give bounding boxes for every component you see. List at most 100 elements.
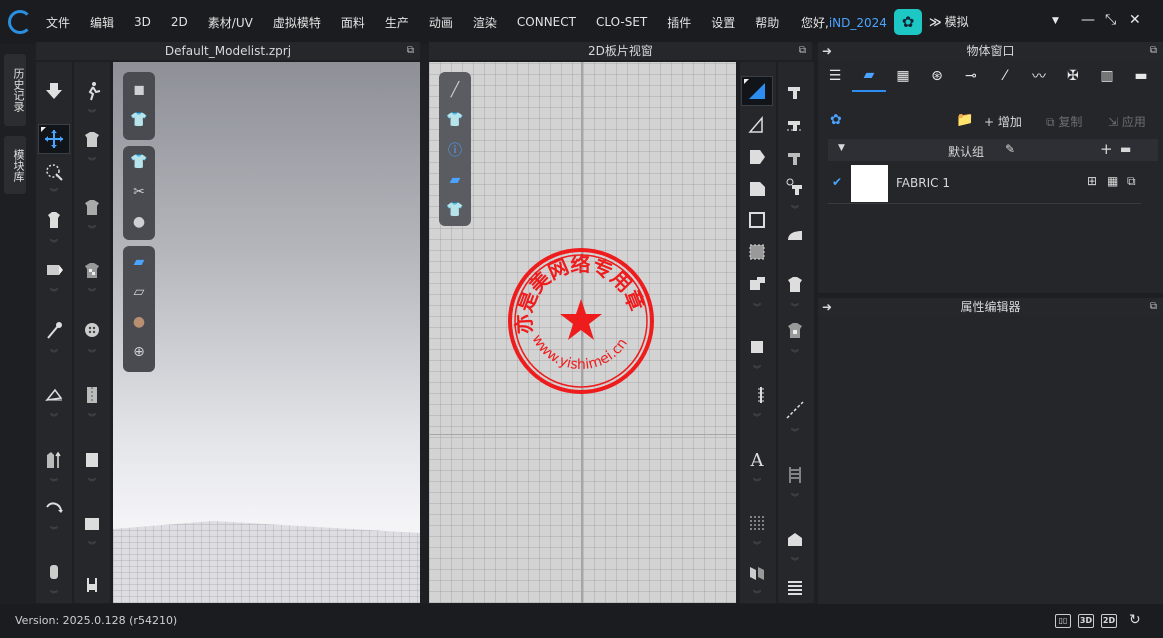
menu-fabric[interactable]: 面料	[341, 14, 365, 31]
select-patterns-icon[interactable]: ▦	[1107, 174, 1118, 188]
chevron-down-icon[interactable]: ︾	[779, 427, 811, 438]
menu-animation[interactable]: 动画	[429, 14, 453, 31]
view-2d-button[interactable]: 2D	[1101, 614, 1117, 628]
tab-puckering[interactable]: 〰	[1022, 60, 1056, 92]
tab-fabric[interactable]: ▰	[852, 60, 886, 92]
chevron-down-icon[interactable]: ︾	[779, 302, 811, 313]
texture-tool[interactable]	[76, 255, 108, 285]
tab-list[interactable]: ☰	[818, 60, 852, 92]
zipper-tool[interactable]	[76, 380, 108, 410]
menu-file[interactable]: 文件	[46, 14, 70, 31]
steam-tool[interactable]	[76, 124, 108, 154]
menu-clo-set[interactable]: CLO-SET	[596, 15, 647, 29]
chevron-down-icon[interactable]: ︾	[38, 348, 70, 359]
text-tool[interactable]: A	[741, 445, 773, 475]
add-button[interactable]: + 增加	[984, 113, 1022, 130]
trace-tool[interactable]	[741, 237, 773, 267]
clo-network-icon[interactable]: ✿	[894, 9, 922, 35]
chevron-down-icon[interactable]: ︾	[76, 540, 108, 551]
chevron-down-icon[interactable]: ︾	[741, 412, 773, 423]
avatar-tool[interactable]	[38, 557, 70, 587]
pencil-icon[interactable]: ╱	[445, 80, 465, 100]
trim-tool[interactable]	[76, 509, 108, 539]
expand-arrow-icon[interactable]: ➜	[822, 42, 832, 60]
folder-icon[interactable]: ▬	[1120, 142, 1131, 156]
skin-icon[interactable]: ●	[129, 312, 149, 332]
measure-tool[interactable]	[38, 380, 70, 410]
edit-pencil-icon[interactable]: ✎	[1005, 142, 1015, 156]
view-3d-button[interactable]: 3D	[1078, 614, 1094, 628]
elastic-tool[interactable]	[779, 460, 811, 490]
duplicate-icon[interactable]: ⧉	[1127, 174, 1136, 189]
cube-icon[interactable]: ◼	[129, 80, 149, 100]
chevron-down-icon[interactable]: ︾	[76, 224, 108, 235]
popout-icon[interactable]: ⧉	[1150, 298, 1157, 316]
tape-tool[interactable]	[76, 445, 108, 475]
globe-icon[interactable]: ⊕	[129, 342, 149, 362]
chevron-down-icon[interactable]: ︾	[76, 348, 108, 359]
stitch-display-icon[interactable]: ✂	[129, 182, 149, 202]
chevron-down-icon[interactable]: ︾	[779, 348, 811, 359]
expand-arrow-icon[interactable]: ➜	[822, 298, 832, 316]
dart-tool[interactable]	[741, 269, 773, 299]
menu-2d[interactable]: 2D	[171, 15, 188, 29]
chevron-down-icon[interactable]: ︾	[76, 156, 108, 167]
chevron-down-icon[interactable]: ︾	[741, 540, 773, 551]
fabric-pattern-icon[interactable]: ▰	[445, 170, 465, 190]
topstitch-tool[interactable]	[779, 395, 811, 425]
menu-settings[interactable]: 设置	[711, 14, 735, 31]
tab-buttonhole[interactable]: ⊸	[954, 60, 988, 92]
render-icon[interactable]: ▱	[129, 282, 149, 302]
tab-topstitch[interactable]: ⁄	[988, 60, 1022, 92]
refresh-icon[interactable]: ↻	[1129, 612, 1141, 628]
simulation-mode-dropdown[interactable]: ≫ 模拟	[929, 13, 969, 30]
tab-zipper[interactable]: ▥	[1090, 60, 1124, 92]
chevron-down-icon[interactable]: ︾	[76, 477, 108, 488]
transform-pattern-tool[interactable]	[741, 76, 773, 106]
add-to-pattern-icon[interactable]: ⊞	[1087, 174, 1097, 188]
copy-button[interactable]: ⧉ 复制	[1046, 113, 1082, 130]
fold-2d-tool[interactable]	[779, 524, 811, 554]
shirt-icon[interactable]: 👕	[445, 110, 465, 130]
popout-icon[interactable]: ⧉	[799, 42, 806, 60]
plus-icon[interactable]: +	[1100, 140, 1113, 158]
check-sewing-tool[interactable]	[779, 172, 811, 202]
blue-fabric-icon[interactable]: ▰	[129, 252, 149, 272]
viewport-3d[interactable]: ◼ 👕 👕 ✂ ● ▰ ▱ ● ⊕	[113, 62, 420, 603]
garment-display-icon[interactable]: 👕	[129, 152, 149, 172]
grading-tool[interactable]	[741, 380, 773, 410]
rotate-tool[interactable]	[38, 494, 70, 524]
simulation-tool[interactable]	[38, 76, 70, 106]
fold-tool[interactable]	[38, 255, 70, 285]
group-row[interactable]: ▼ 默认组 ✎ + ▬	[828, 139, 1158, 161]
menu-connect[interactable]: CONNECT	[517, 15, 576, 29]
chevron-down-icon[interactable]: ︾	[779, 556, 811, 567]
chevron-down-icon[interactable]: ︾	[779, 492, 811, 503]
username[interactable]: iND_2024	[829, 16, 887, 30]
avatar-display-icon[interactable]: ●	[129, 212, 149, 232]
flatten-tool[interactable]	[741, 557, 773, 587]
select-move-tool[interactable]	[38, 124, 70, 154]
menu-avatar[interactable]: 虚拟模特	[273, 14, 321, 31]
internal-polygon-tool[interactable]	[741, 205, 773, 235]
clo-network-icon[interactable]: ✿	[830, 112, 842, 128]
tack-tool[interactable]	[38, 205, 70, 235]
chevron-down-icon[interactable]: ︾	[38, 589, 70, 600]
ruler-tool[interactable]	[741, 509, 773, 539]
tab-measure[interactable]: ▬	[1124, 60, 1158, 92]
notch-tool[interactable]	[741, 332, 773, 362]
layout-split-icon[interactable]: ▯▯	[1055, 614, 1071, 628]
clo-logo-icon[interactable]	[8, 10, 32, 34]
pin-tool[interactable]	[38, 315, 70, 345]
chevron-down-icon[interactable]: ︾	[779, 204, 811, 215]
tab-trim[interactable]: ✠	[1056, 60, 1090, 92]
menu-production[interactable]: 生产	[385, 14, 409, 31]
shrink-tool[interactable]	[76, 192, 108, 222]
menu-3d[interactable]: 3D	[134, 15, 151, 29]
rectangle-tool[interactable]	[741, 174, 773, 204]
shirt-icon[interactable]: 👕	[129, 110, 149, 130]
steam-iron-tool[interactable]	[779, 220, 811, 250]
tab-button[interactable]: ⊛	[920, 60, 954, 92]
menu-help[interactable]: 帮助	[755, 14, 779, 31]
edit-pattern-tool[interactable]	[741, 110, 773, 140]
